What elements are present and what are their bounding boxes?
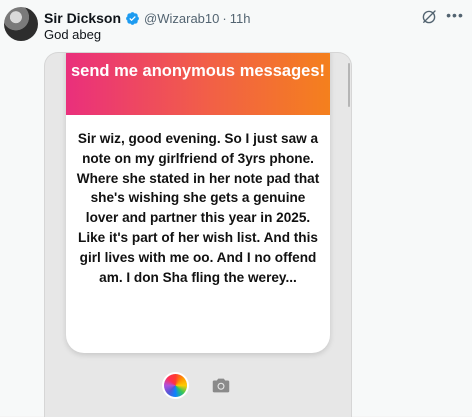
verified-badge-icon bbox=[125, 11, 140, 26]
color-wheel-icon[interactable] bbox=[164, 374, 187, 397]
more-options-icon[interactable]: ••• bbox=[446, 6, 464, 24]
tweet[interactable]: Sir Dickson @Wizarab10 · 11h ••• God abe… bbox=[0, 0, 472, 417]
tweet-text: God abeg bbox=[44, 27, 102, 42]
author-handle[interactable]: @Wizarab10 bbox=[144, 11, 219, 26]
separator-dot: · bbox=[222, 10, 227, 26]
timestamp[interactable]: 11h bbox=[230, 11, 251, 26]
avatar[interactable] bbox=[4, 7, 38, 41]
camera-icon[interactable] bbox=[210, 375, 232, 397]
author-name[interactable]: Sir Dickson bbox=[44, 10, 121, 26]
media-attachment[interactable]: send me anonymous messages! Sir wiz, goo… bbox=[44, 52, 352, 417]
card-message: Sir wiz, good evening. So I just saw a n… bbox=[76, 131, 320, 285]
scrollbar[interactable] bbox=[348, 63, 350, 107]
grok-icon[interactable] bbox=[420, 8, 438, 26]
tweet-header: Sir Dickson @Wizarab10 · 11h bbox=[44, 9, 250, 27]
anonymous-message-card: send me anonymous messages! Sir wiz, goo… bbox=[66, 53, 330, 353]
card-header: send me anonymous messages! bbox=[66, 53, 330, 115]
